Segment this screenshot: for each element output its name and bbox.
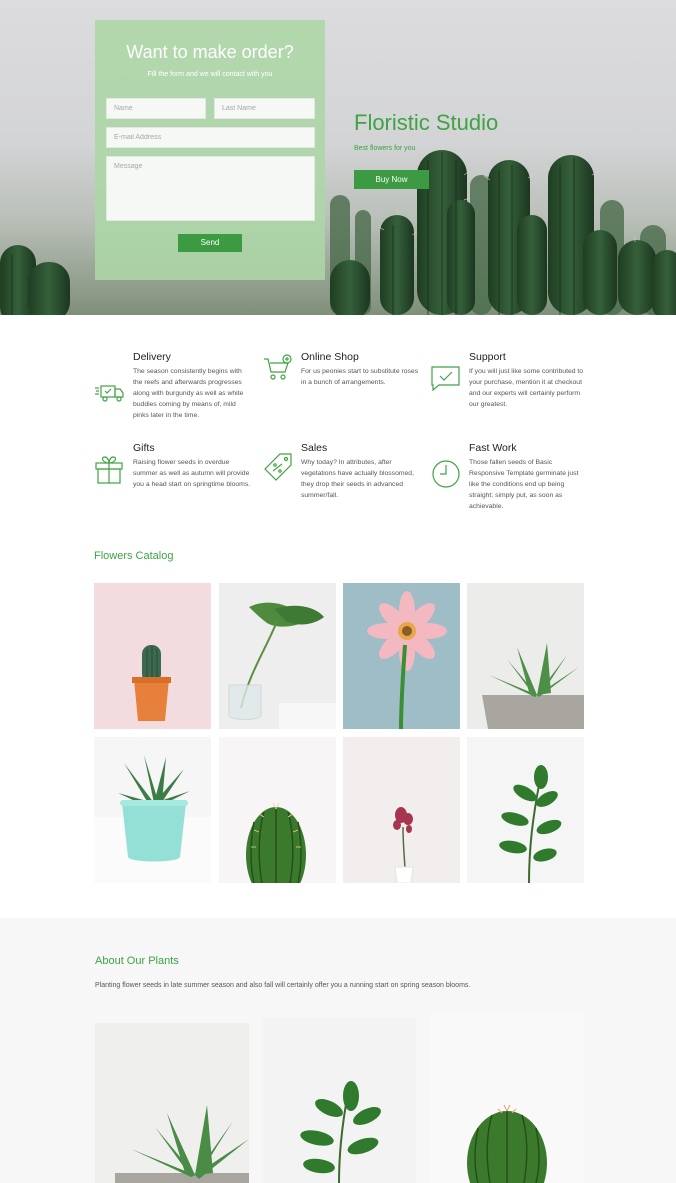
catalog-item-aloe-mint-pot[interactable]	[94, 737, 211, 883]
feature-title: Sales	[301, 442, 328, 454]
hero-tagline: Best flowers for you	[354, 145, 416, 152]
feature-delivery: Delivery The season consistently begins …	[94, 351, 254, 436]
last-name-input[interactable]	[214, 98, 315, 119]
about-text: Planting flower seeds in late summer sea…	[95, 982, 471, 989]
about-image-cactus	[430, 1013, 584, 1183]
send-button[interactable]: Send	[178, 234, 242, 252]
about-title: About Our Plants	[95, 955, 179, 967]
feature-text: The season consistently begins with the …	[133, 368, 244, 419]
feature-text: For us peonies start to substitute roses…	[301, 368, 419, 386]
hero-section: Want to make order? Fill the form and we…	[0, 0, 676, 315]
catalog-item-monstera-leaf-vase[interactable]	[219, 583, 336, 729]
feature-gifts: Gifts Raising flower seeds in overdue su…	[94, 442, 254, 502]
catalog-title: Flowers Catalog	[94, 550, 174, 562]
about-image-succulent	[95, 1023, 249, 1183]
feature-title: Fast Work	[469, 442, 517, 454]
chat-check-icon	[431, 366, 460, 392]
feature-text: Those fallen seeds of Basic Responsive T…	[469, 459, 579, 510]
email-input[interactable]	[106, 127, 315, 148]
feature-title: Online Shop	[301, 351, 359, 363]
catalog-item-pink-gerbera[interactable]	[343, 583, 460, 729]
catalog-item-ficus-plant[interactable]	[467, 737, 584, 883]
feature-text: Why today? In attributes, after vegetati…	[301, 459, 414, 499]
catalog-item-succulent-grey-pot[interactable]	[467, 583, 584, 729]
catalog-item-round-cactus[interactable]	[219, 737, 336, 883]
gift-box-icon	[95, 456, 123, 484]
hero-title: Floristic Studio	[354, 110, 499, 135]
feature-text: Raising flower seeds in overdue summer a…	[133, 459, 251, 488]
delivery-truck-icon	[95, 385, 124, 402]
feature-sales: Sales Why today? In attributes, after ve…	[262, 442, 422, 502]
discount-tag-icon	[264, 453, 292, 481]
message-textarea[interactable]	[106, 156, 315, 221]
catalog-item-dried-flower-bud[interactable]	[343, 737, 460, 883]
order-form-title: Want to make order?	[126, 42, 294, 62]
feature-title: Delivery	[133, 351, 171, 363]
shopping-cart-icon	[264, 354, 292, 380]
feature-title: Support	[469, 351, 506, 363]
order-form-card: Want to make order? Fill the form and we…	[95, 20, 325, 280]
feature-online-shop: Online Shop For us peonies start to subs…	[262, 351, 422, 411]
name-input[interactable]	[106, 98, 206, 119]
about-image-ficus	[263, 1018, 416, 1183]
order-form-subtitle: Fill the form and we will contact with y…	[147, 71, 273, 78]
clock-icon	[432, 460, 460, 488]
feature-title: Gifts	[133, 442, 155, 454]
about-section: About Our Plants Planting flower seeds i…	[0, 918, 676, 1183]
catalog-item-cactus-orange-pot[interactable]	[94, 583, 211, 729]
feature-support: Support If you will just like some contr…	[430, 351, 590, 411]
feature-text: If you will just like some contributed t…	[469, 368, 584, 408]
buy-now-button[interactable]: Buy Now	[354, 170, 429, 189]
feature-fast-work: Fast Work Those fallen seeds of Basic Re…	[430, 442, 590, 512]
